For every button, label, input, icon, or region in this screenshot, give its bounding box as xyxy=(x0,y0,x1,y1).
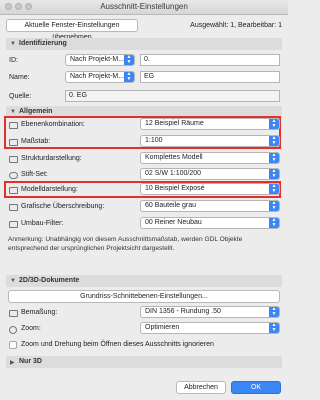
ignore-zoom-checkbox[interactable] xyxy=(9,341,17,349)
scale-icon xyxy=(9,139,18,146)
massstab-value: 1:100 xyxy=(145,137,163,144)
id-mode-select[interactable]: Nach Projekt-M... ▲ ▼ xyxy=(65,54,135,66)
structure-icon xyxy=(9,156,18,163)
section-nur-3d[interactable]: ▶ Nur 3D xyxy=(6,356,282,368)
renovation-filter-icon xyxy=(9,221,18,228)
cancel-button[interactable]: Abbrechen xyxy=(176,381,226,394)
section-title: Identifizierung xyxy=(19,40,67,47)
ignore-zoom-label: Zoom und Drehung beim Öffnen dieses Auss… xyxy=(21,341,214,348)
disclosure-closed-icon[interactable]: ▶ xyxy=(10,359,15,366)
stepper-icon: ▲ ▼ xyxy=(269,184,279,194)
name-mode-select[interactable]: Nach Projekt-M... ▲ ▼ xyxy=(65,71,135,83)
modelldarstellung-select[interactable]: 10 Beispiel Exposé ▲ ▼ xyxy=(140,183,280,195)
title-bar: Ausschnitt-Einstellungen xyxy=(0,0,288,15)
stepper-icon: ▲ ▼ xyxy=(269,307,279,317)
quelle-label: Quelle: xyxy=(9,93,32,100)
section-title: Allgemein xyxy=(19,108,53,115)
id-mode-value: Nach Projekt-M... xyxy=(70,56,125,63)
bemassung-value: DIN 1356 - Rundung .50 xyxy=(145,308,221,315)
layers-icon xyxy=(9,122,18,129)
stepper-icon: ▲ ▼ xyxy=(124,55,134,65)
zoom-label: Zoom: xyxy=(21,325,41,332)
umbau-filter-label: Umbau-Filter: xyxy=(21,220,64,227)
window-title: Ausschnitt-Einstellungen xyxy=(100,2,188,11)
selection-status: Ausgewählt: 1, Bearbeitbar: 1 xyxy=(190,22,282,29)
grafische-ueberschreibung-label: Grafische Überschreibung: xyxy=(21,203,105,210)
grundriss-schnittebenen-button[interactable]: Grundriss-Schnittebenen-Einstellungen... xyxy=(8,290,280,303)
apply-current-settings-button[interactable]: Aktuelle Fenster-Einstellungen übernehme… xyxy=(6,19,138,41)
section-2d-3d-dokumente[interactable]: ▼ 2D/3D-Dokumente xyxy=(6,275,282,287)
model-view-icon xyxy=(9,187,18,194)
grafische-ueberschreibung-select[interactable]: 60 Bauteile grau ▲ ▼ xyxy=(140,200,280,212)
strukturdarstellung-value: Komplettes Modell xyxy=(145,154,203,161)
stepper-icon: ▲ ▼ xyxy=(269,153,279,163)
bemassung-select[interactable]: DIN 1356 - Rundung .50 ▲ ▼ xyxy=(140,306,280,318)
massstab-select[interactable]: 1:100 ▲ ▼ xyxy=(140,135,280,147)
umbau-filter-value: 00 Reiner Neubau xyxy=(145,219,202,226)
modelldarstellung-value: 10 Beispiel Exposé xyxy=(145,185,205,192)
dimension-icon xyxy=(9,310,18,317)
gdl-note: Anmerkung: Unabhängig von diesem Ausschn… xyxy=(8,236,243,252)
stepper-icon: ▲ ▼ xyxy=(269,323,279,333)
stepper-icon: ▲ ▼ xyxy=(269,201,279,211)
ok-button[interactable]: OK xyxy=(231,381,281,394)
graphic-override-icon xyxy=(9,204,18,211)
id-field[interactable]: 0. xyxy=(140,54,280,66)
stift-set-value: 02 S/W 1:100/200 xyxy=(145,170,202,177)
massstab-label: Maßstab: xyxy=(21,138,51,145)
disclosure-open-icon[interactable]: ▼ xyxy=(10,278,16,284)
pen-icon xyxy=(9,172,18,179)
stepper-icon: ▲ ▼ xyxy=(124,72,134,82)
section-identifizierung[interactable]: ▼ Identifizierung xyxy=(6,38,282,50)
zoom-value: Optimieren xyxy=(145,324,180,331)
ebenenkombination-value: 12 Beispiel Räume xyxy=(145,120,204,127)
name-label: Name: xyxy=(9,74,30,81)
stift-set-select[interactable]: 02 S/W 1:100/200 ▲ ▼ xyxy=(140,168,280,180)
zoom-icon xyxy=(9,326,17,334)
umbau-filter-select[interactable]: 00 Reiner Neubau ▲ ▼ xyxy=(140,217,280,229)
quelle-field: 0. EG xyxy=(65,90,280,102)
disclosure-open-icon[interactable]: ▼ xyxy=(10,109,16,115)
modelldarstellung-label: Modelldarstellung: xyxy=(21,186,78,193)
name-mode-value: Nach Projekt-M... xyxy=(70,73,125,80)
name-field[interactable]: EG xyxy=(140,71,280,83)
strukturdarstellung-select[interactable]: Komplettes Modell ▲ ▼ xyxy=(140,152,280,164)
zoom-select[interactable]: Optimieren ▲ ▼ xyxy=(140,322,280,334)
disclosure-open-icon[interactable]: ▼ xyxy=(10,41,16,47)
section-title: 2D/3D-Dokumente xyxy=(19,277,80,284)
grafische-ueberschreibung-value: 60 Bauteile grau xyxy=(145,202,196,209)
stepper-icon: ▲ ▼ xyxy=(269,169,279,179)
ebenenkombination-select[interactable]: 12 Beispiel Räume ▲ ▼ xyxy=(140,118,280,130)
section-title: Nur 3D xyxy=(19,358,42,365)
strukturdarstellung-label: Strukturdarstellung: xyxy=(21,155,82,162)
stepper-icon: ▲ ▼ xyxy=(269,136,279,146)
ebenenkombination-label: Ebenenkombination: xyxy=(21,121,85,128)
stepper-icon: ▲ ▼ xyxy=(269,218,279,228)
settings-dialog: Ausschnitt-Einstellungen Aktuelle Fenste… xyxy=(0,0,288,400)
bemassung-label: Bemaßung: xyxy=(21,309,58,316)
stift-set-label: Stift-Set: xyxy=(21,171,48,178)
id-label: ID: xyxy=(9,57,18,64)
stepper-icon: ▲ ▼ xyxy=(269,119,279,129)
